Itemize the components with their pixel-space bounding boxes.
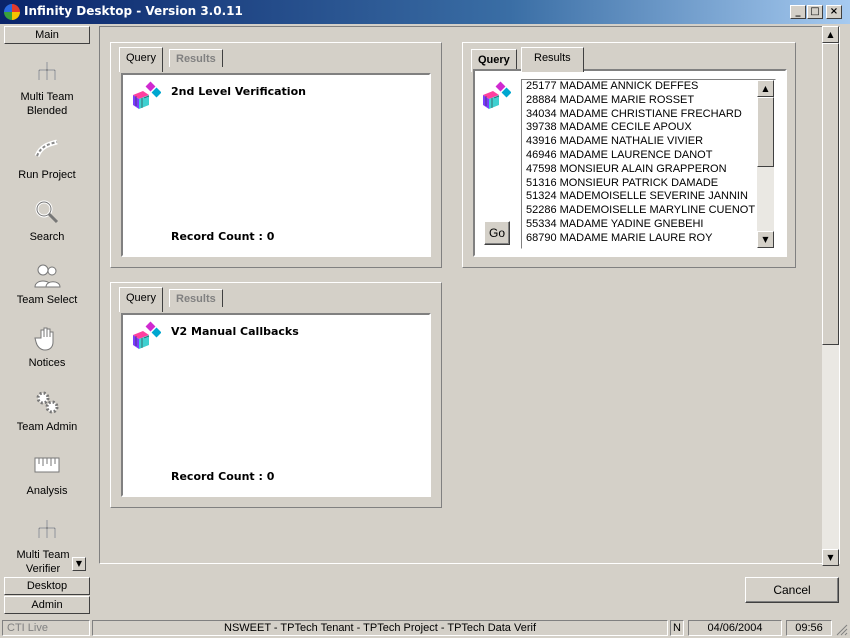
scroll-down-button[interactable]: ▼ <box>822 549 839 566</box>
tab-query[interactable]: Query <box>119 47 163 72</box>
list-item[interactable]: 51316 MONSIEUR PATRICK DAMADE <box>522 177 758 191</box>
nav-item-team-admin[interactable]: Team Admin <box>4 388 90 434</box>
list-item[interactable]: 47598 MONSIEUR ALAIN GRAPPERON <box>522 163 758 177</box>
nav-item-label: Run Project <box>18 169 76 181</box>
close-button[interactable]: × <box>826 5 842 19</box>
query-box: 2nd Level Verification Record Count : 0 <box>121 73 431 257</box>
nav-tab-admin[interactable]: Admin <box>4 596 90 614</box>
nav-item-label: Multi Team Blended <box>20 91 74 117</box>
main-scroll-thumb[interactable] <box>822 43 839 345</box>
scroll-up-button[interactable]: ▲ <box>822 26 839 43</box>
status-cti: CTI Live <box>2 620 90 636</box>
query-title: V2 Manual Callbacks <box>171 325 299 338</box>
query-cube-icon <box>133 81 161 109</box>
query-cube-icon <box>483 81 511 109</box>
query-box: V2 Manual Callbacks Record Count : 0 <box>121 313 431 497</box>
results-scrollbar[interactable]: ▲ ▼ <box>757 80 774 248</box>
hand-icon <box>34 327 54 351</box>
record-count: Record Count : 0 <box>171 470 275 483</box>
nav-scroll-down-button[interactable]: ▼ <box>72 557 86 571</box>
list-item[interactable]: 68790 MADAME MARIE LAURE ROY <box>522 232 758 246</box>
status-session: NSWEET - TPTech Tenant - TPTech Project … <box>92 620 668 636</box>
scroll-thumb[interactable] <box>757 97 774 167</box>
tab-results[interactable]: Results <box>169 289 223 307</box>
query-cube-icon <box>133 321 161 349</box>
resize-grip-icon[interactable] <box>834 622 848 636</box>
magnifier-icon <box>35 200 59 224</box>
team-icon <box>34 264 61 288</box>
list-item[interactable]: 52286 MADEMOISELLE MARYLINE CUENOT <box>522 204 758 218</box>
nav-item-label: Search <box>29 231 65 243</box>
app-logo-icon <box>4 4 20 20</box>
list-item[interactable]: 46946 MADAME LAURENCE DANOT <box>522 149 758 163</box>
scroll-up-button[interactable]: ▲ <box>757 80 774 97</box>
status-bar: CTI Live NSWEET - TPTech Tenant - TPTech… <box>0 618 850 638</box>
nav-tab-desktop[interactable]: Desktop <box>4 577 90 595</box>
nav-item-run-project[interactable]: Run Project <box>4 136 90 182</box>
analysis-icon <box>34 457 60 473</box>
status-flag: N <box>670 620 684 636</box>
nav-tab-main[interactable]: Main <box>4 26 90 44</box>
scroll-down-button[interactable]: ▼ <box>757 231 774 248</box>
nav-item-label: Team Select <box>16 294 78 306</box>
results-listbox[interactable]: 25177 MADAME ANNICK DEFFES 28884 MADAME … <box>521 79 776 249</box>
list-item[interactable]: 55334 MADAME YADINE GNEBEHI <box>522 218 758 232</box>
query-title: 2nd Level Verification <box>171 85 306 98</box>
minimize-button[interactable]: _ <box>790 5 806 19</box>
nav-item-label: Analysis <box>26 485 68 497</box>
nav-item-label: Team Admin <box>16 421 78 433</box>
results-list: 25177 MADAME ANNICK DEFFES 28884 MADAME … <box>522 80 759 248</box>
list-item[interactable]: 51324 MADEMOISELLE SEVERINE JANNIN <box>522 190 758 204</box>
query-panel-v2-manual-callbacks: Query Results V2 Manual Callbacks Record… <box>110 282 442 508</box>
gears-icon <box>36 391 59 414</box>
list-item[interactable]: 39738 MADAME CECILE APOUX <box>522 121 758 135</box>
left-nav: Main Multi Team Blended Run Project Sear… <box>4 26 90 614</box>
window-title: Infinity Desktop - Version 3.0.11 <box>24 4 243 18</box>
nav-item-notices[interactable]: Notices <box>4 324 90 370</box>
hierarchy-icon <box>38 520 56 538</box>
list-item[interactable]: 34034 MADAME CHRISTIANE FRECHARD <box>522 108 758 122</box>
tab-results[interactable]: Results <box>521 47 584 72</box>
status-date: 04/06/2004 <box>688 620 782 636</box>
cancel-button[interactable]: Cancel <box>745 577 839 603</box>
nav-item-analysis[interactable]: Analysis <box>4 452 90 498</box>
list-item[interactable]: 28884 MADAME MARIE ROSSET <box>522 94 758 108</box>
maximize-button[interactable]: □ <box>807 5 823 19</box>
go-button[interactable]: Go <box>484 221 510 245</box>
list-item[interactable]: 43916 MADAME NATHALIE VIVIER <box>522 135 758 149</box>
run-project-icon <box>34 139 58 158</box>
hierarchy-icon <box>38 62 56 80</box>
tab-query[interactable]: Query <box>119 287 163 312</box>
nav-item-label: Notices <box>28 357 66 369</box>
nav-item-team-select[interactable]: Team Select <box>4 261 90 307</box>
record-count: Record Count : 0 <box>171 230 275 243</box>
list-item[interactable]: 25177 MADAME ANNICK DEFFES <box>522 80 758 94</box>
title-bar: Infinity Desktop - Version 3.0.11 _ □ × <box>0 0 850 24</box>
status-time: 09:56 <box>786 620 832 636</box>
query-panel-2nd-level-verification: Query Results 2nd Level Verification Rec… <box>110 42 442 268</box>
tab-results[interactable]: Results <box>169 49 223 67</box>
nav-item-multi-team-blended[interactable]: Multi Team Blended <box>4 58 90 118</box>
nav-item-search[interactable]: Search <box>4 198 90 244</box>
